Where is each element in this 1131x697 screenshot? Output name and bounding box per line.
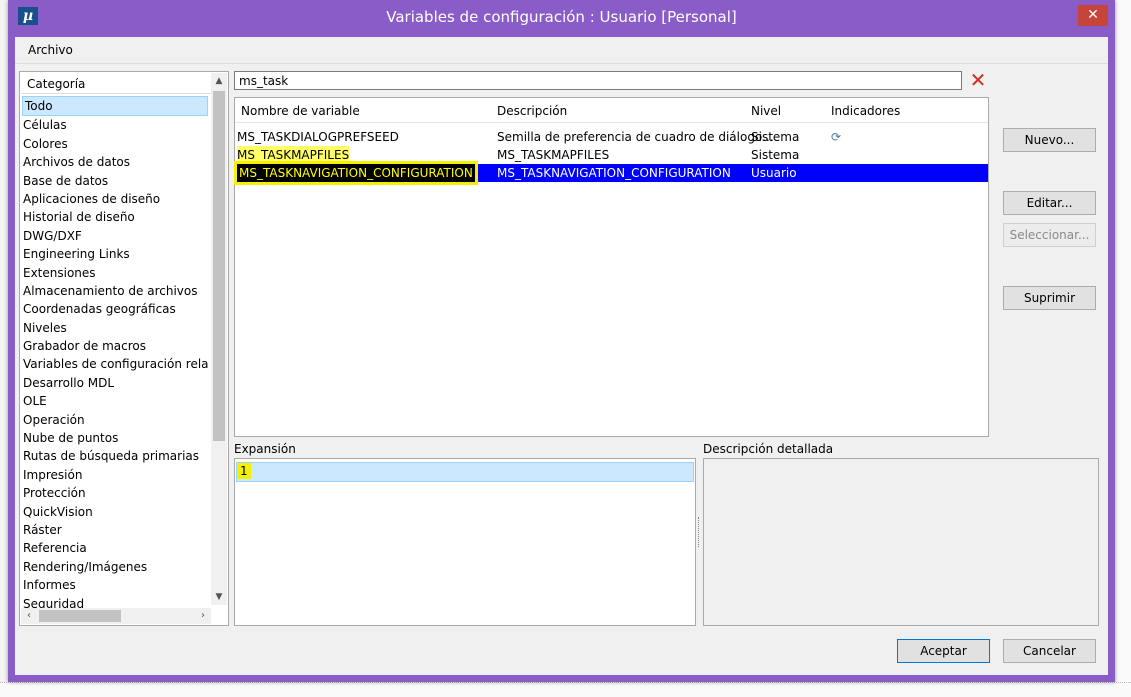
variable-description: Semilla de preferencia de cuadro de diál…: [497, 130, 774, 144]
scroll-down-icon[interactable]: ▼: [211, 589, 227, 605]
aceptar-button[interactable]: Aceptar: [897, 639, 990, 663]
table-row[interactable]: MS_TASKMAPFILES MS_TASKMAPFILES Sistema: [235, 146, 988, 164]
header-description[interactable]: Descripción: [497, 104, 567, 118]
category-item[interactable]: Extensiones: [21, 264, 209, 282]
category-item[interactable]: Historial de diseño: [21, 208, 209, 226]
variable-name: MS_TASKDIALOGPREFSEED: [237, 130, 399, 144]
menu-bar: Archivo: [15, 37, 1108, 64]
table-header: Nombre de variable Descripción Nivel Ind…: [235, 98, 988, 123]
category-item[interactable]: Referencia: [21, 539, 209, 557]
category-item[interactable]: Rendering/Imágenes: [21, 558, 209, 576]
category-item[interactable]: Seguridad: [21, 595, 209, 608]
variable-description: MS_TASKMAPFILES: [497, 148, 610, 162]
clear-search-icon[interactable]: ✕: [969, 70, 987, 90]
detail-label: Descripción detallada: [703, 442, 834, 456]
category-item[interactable]: QuickVision: [21, 503, 209, 521]
category-item[interactable]: DWG/DXF: [21, 227, 209, 245]
variable-name: MS_TASKMAPFILES: [237, 146, 350, 164]
menu-archivo[interactable]: Archivo: [28, 43, 73, 57]
close-button[interactable]: ✕: [1078, 5, 1108, 26]
scroll-up-icon[interactable]: ▲: [211, 73, 227, 89]
category-item[interactable]: Colores: [21, 135, 209, 153]
category-item[interactable]: Archivos de datos: [21, 153, 209, 171]
category-horizontal-scrollbar[interactable]: ‹ ›: [21, 608, 211, 624]
table-row-selected[interactable]: MS_TASKNAVIGATION_CONFIGURATION MS_TASKN…: [235, 164, 988, 182]
variable-description: MS_TASKNAVIGATION_CONFIGURATION: [497, 166, 731, 180]
variable-name: MS_TASKNAVIGATION_CONFIGURATION: [237, 164, 475, 182]
scroll-right-icon[interactable]: ›: [195, 608, 211, 624]
variables-table[interactable]: Nombre de variable Descripción Nivel Ind…: [234, 97, 989, 437]
dialog-client-area: Archivo Categoría Todo Células Colores Arch…: [15, 37, 1108, 675]
category-item[interactable]: Ráster: [21, 521, 209, 539]
panel-splitter[interactable]: [698, 517, 702, 547]
category-item[interactable]: Niveles: [21, 319, 209, 337]
category-item[interactable]: Base de datos: [21, 172, 209, 190]
category-list-panel[interactable]: Categoría Todo Células Colores Archivos de …: [19, 71, 229, 626]
scroll-thumb[interactable]: [213, 91, 225, 441]
nuevo-button[interactable]: Nuevo...: [1003, 128, 1096, 152]
category-item[interactable]: Aplicaciones de diseño: [21, 190, 209, 208]
category-list[interactable]: Todo Células Colores Archivos de datos Base …: [21, 96, 209, 608]
category-item[interactable]: Grabador de macros: [21, 337, 209, 355]
category-item-selected[interactable]: Todo: [22, 96, 208, 117]
editar-button[interactable]: Editar...: [1003, 191, 1096, 215]
variable-level: Usuario: [751, 166, 797, 180]
hscroll-thumb[interactable]: [39, 610, 121, 622]
expansion-list[interactable]: 1: [234, 458, 696, 626]
category-item[interactable]: Coordenadas geográficas: [21, 300, 209, 318]
category-item[interactable]: Protección: [21, 484, 209, 502]
category-item[interactable]: Informes: [21, 576, 209, 594]
expansion-row[interactable]: 1: [236, 462, 694, 482]
search-input[interactable]: [234, 71, 962, 90]
suprimir-button[interactable]: Suprimir: [1003, 286, 1096, 310]
expansion-value: 1: [237, 463, 251, 479]
header-level[interactable]: Nivel: [751, 104, 781, 118]
expansion-label: Expansión: [234, 442, 296, 456]
detail-description-box: [703, 458, 1099, 626]
category-item[interactable]: Nube de puntos: [21, 429, 209, 447]
category-header-label: Categoría: [27, 77, 86, 91]
background-strip: [0, 682, 1131, 697]
category-item[interactable]: Desarrollo MDL: [21, 374, 209, 392]
category-column-header[interactable]: Categoría: [21, 73, 211, 94]
variable-level: Sistema: [751, 148, 800, 162]
category-item[interactable]: Impresión: [21, 466, 209, 484]
title-bar[interactable]: µ Variables de configuración : Usuario […: [8, 0, 1115, 37]
scroll-left-icon[interactable]: ‹: [21, 608, 37, 624]
header-variable-name[interactable]: Nombre de variable: [241, 104, 360, 118]
category-vertical-scrollbar[interactable]: ▲ ▼: [211, 73, 227, 605]
category-item[interactable]: Almacenamiento de archivos: [21, 282, 209, 300]
table-row[interactable]: MS_TASKDIALOGPREFSEED Semilla de prefere…: [235, 128, 988, 146]
category-item[interactable]: Rutas de búsqueda primarias: [21, 447, 209, 465]
header-flags[interactable]: Indicadores: [831, 104, 900, 118]
category-item[interactable]: Variables de configuración relac...: [21, 355, 209, 373]
category-item[interactable]: OLE: [21, 392, 209, 410]
category-item[interactable]: Engineering Links: [21, 245, 209, 263]
cancelar-button[interactable]: Cancelar: [1003, 639, 1096, 663]
window-title: Variables de configuración : Usuario [Pe…: [386, 8, 737, 26]
background-area: [1114, 0, 1131, 697]
seleccionar-button[interactable]: Seleccionar...: [1003, 223, 1096, 247]
category-item[interactable]: Células: [21, 116, 209, 134]
category-item[interactable]: Operación: [21, 411, 209, 429]
lock-icon: ⟳: [831, 130, 842, 144]
config-variables-dialog: µ Variables de configuración : Usuario […: [8, 0, 1115, 682]
variable-level: Sistema: [751, 130, 800, 144]
